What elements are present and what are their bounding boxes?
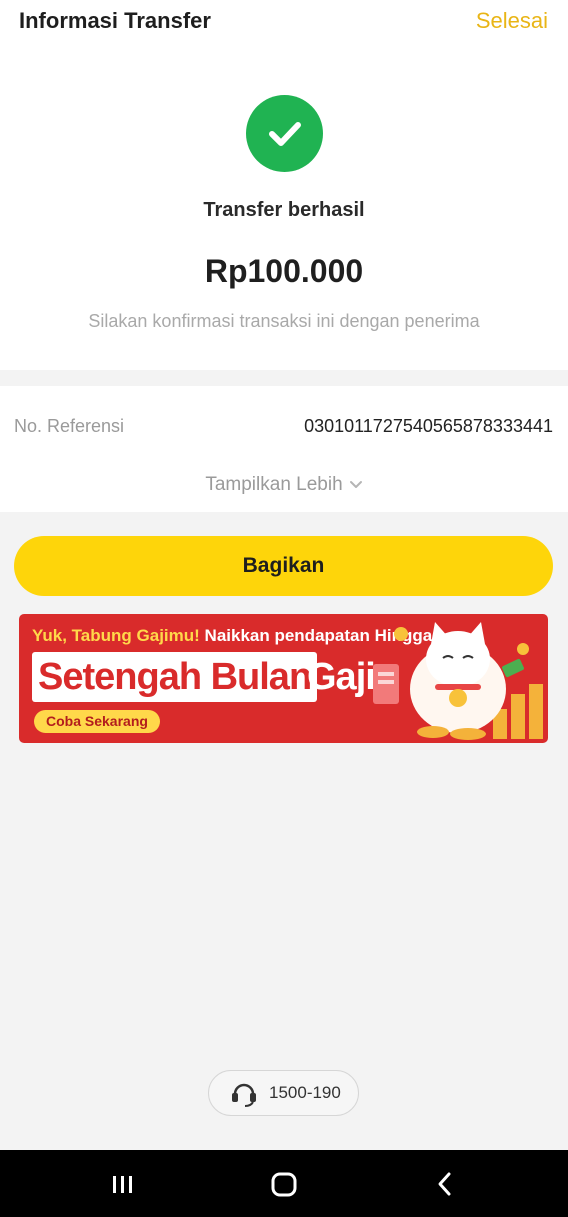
chevron-down-icon xyxy=(349,474,363,496)
success-check-icon xyxy=(246,95,323,172)
show-more-button[interactable]: Tampilkan Lebih xyxy=(0,474,568,496)
back-icon[interactable] xyxy=(425,1164,465,1204)
confirmation-note: Silakan konfirmasi transaksi ini dengan … xyxy=(88,311,480,331)
reference-value: 0301011727540565878333441 xyxy=(304,416,553,436)
home-icon[interactable] xyxy=(264,1164,304,1204)
transfer-amount: Rp100.000 xyxy=(204,253,364,289)
customer-support-button[interactable]: 1500-190 xyxy=(208,1070,359,1116)
system-navigation-bar xyxy=(0,1150,568,1217)
done-button[interactable]: Selesai xyxy=(476,8,548,34)
transfer-status: Transfer berhasil xyxy=(203,199,365,221)
support-phone-number: 1500-190 xyxy=(269,1083,341,1102)
share-button[interactable]: Bagikan xyxy=(14,536,553,596)
headset-icon xyxy=(229,1078,259,1108)
page-title: Informasi Transfer xyxy=(19,8,211,33)
show-more-label: Tampilkan Lebih xyxy=(205,474,343,496)
promo-banner[interactable]: Yuk, Tabung Gajimu! Naikkan pendapatan H… xyxy=(19,614,548,743)
transfer-details: No. Referensi 0301011727540565878333441 … xyxy=(0,386,568,512)
promo-tagline-highlight: Yuk, Tabung Gajimu! xyxy=(32,626,200,645)
recent-apps-icon[interactable] xyxy=(103,1164,143,1204)
promo-headline: Setengah Bulan xyxy=(32,652,318,702)
transfer-summary: Informasi Transfer Selesai Transfer berh… xyxy=(0,0,568,370)
promo-cta-button[interactable]: Coba Sekarang xyxy=(34,710,160,733)
reference-label: No. Referensi xyxy=(14,416,125,436)
promo-headline-suffix: Gaji xyxy=(307,656,376,698)
lucky-cat-illustration xyxy=(373,622,543,740)
